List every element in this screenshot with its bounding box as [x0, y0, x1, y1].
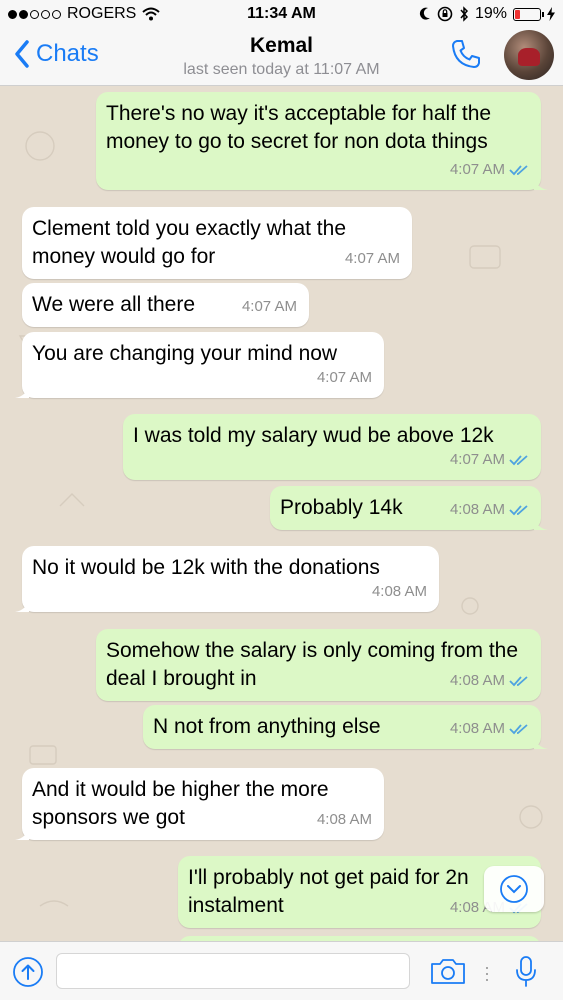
battery-icon [513, 7, 544, 21]
bubble-tail [15, 826, 29, 840]
attach-button[interactable] [12, 956, 44, 993]
message-time: 4:07 AM [316, 369, 372, 386]
message-time: 4:07 AM [241, 298, 297, 315]
double-check-icon [509, 505, 528, 516]
message-bubble-outgoing[interactable]: There's no way it's acceptable for half … [96, 92, 548, 190]
message-bubble-incoming[interactable]: You are changing your mind now 4:07 AM [15, 332, 384, 398]
message-time: 4:08 AM [450, 715, 529, 743]
message-bubble-outgoing[interactable]: I was told my salary wud be above 12k 4:… [123, 414, 541, 480]
message-bubble-outgoing[interactable]: N not from anything else 4:08 AM [143, 705, 548, 749]
message-text: Clement told you exactly what the money … [32, 217, 346, 268]
double-check-icon [509, 676, 528, 687]
message-text: And it would be higher the more sponsors… [32, 778, 329, 829]
scroll-to-bottom-button[interactable] [484, 866, 544, 912]
separator-dots: · · · [484, 957, 490, 989]
bubble-tail [534, 735, 548, 749]
double-check-icon [509, 724, 528, 735]
bubble-tail [15, 598, 29, 612]
upload-icon [13, 957, 43, 987]
scroll-down-icon [500, 875, 528, 903]
message-text: There's no way it's acceptable for half … [106, 102, 492, 153]
message-bubble-incoming[interactable]: No it would be 12k with the donations 4:… [15, 546, 439, 612]
message-time: 4:07 AM [344, 250, 400, 267]
status-bar: ROGERS 11:34 AM 19% [0, 0, 563, 30]
message-bubble-incoming[interactable]: We were all there 4:07 AM [22, 283, 309, 327]
double-check-icon [509, 165, 528, 176]
call-button[interactable] [450, 38, 482, 75]
input-bar: · · · [0, 941, 563, 1000]
nav-bar: Chats Kemal last seen today at 11:07 AM [0, 30, 563, 86]
message-bubble-outgoing[interactable]: Probably 14k 4:08 AM [270, 486, 548, 530]
message-text: Probably 14k [280, 496, 403, 519]
message-bubble-incoming[interactable]: Clement told you exactly what the money … [22, 207, 412, 279]
status-right: 19% [419, 5, 555, 23]
message-time: 4:08 AM [371, 583, 427, 600]
bubble-tail [15, 384, 29, 398]
bluetooth-icon [460, 6, 468, 22]
message-bubble-incoming[interactable]: And it would be higher the more sponsors… [15, 768, 384, 840]
message-time: 4:07 AM [450, 446, 529, 474]
message-bubble-outgoing[interactable]: Somehow the salary is only coming from t… [96, 629, 541, 701]
rotation-lock-icon [437, 6, 453, 22]
charging-icon [547, 7, 555, 21]
message-text: We were all there [32, 293, 196, 316]
message-text: No it would be 12k with the donations [32, 556, 380, 579]
camera-icon [431, 959, 465, 984]
message-text: I was told my salary wud be above 12k [133, 424, 494, 447]
microphone-icon [516, 956, 536, 987]
message-time: 4:08 AM [316, 811, 372, 828]
bubble-tail [534, 176, 548, 190]
message-text: You are changing your mind now [32, 342, 338, 365]
message-text: N not from anything else [153, 715, 381, 738]
message-time: 4:08 AM [450, 667, 529, 695]
moon-icon [419, 7, 430, 20]
chat-area[interactable]: There's no way it's acceptable for half … [0, 86, 563, 941]
camera-button[interactable] [430, 957, 466, 990]
message-time: 4:07 AM [450, 156, 529, 184]
message-input[interactable] [56, 953, 410, 989]
message-text: I'll probably not get paid for 2n instal… [188, 866, 469, 917]
double-check-icon [509, 455, 528, 466]
message-time: 4:08 AM [450, 496, 529, 524]
battery-percent: 19% [474, 5, 507, 22]
avatar[interactable] [504, 30, 554, 80]
bubble-tail [534, 516, 548, 530]
phone-icon [452, 40, 480, 68]
microphone-button[interactable] [515, 955, 537, 994]
